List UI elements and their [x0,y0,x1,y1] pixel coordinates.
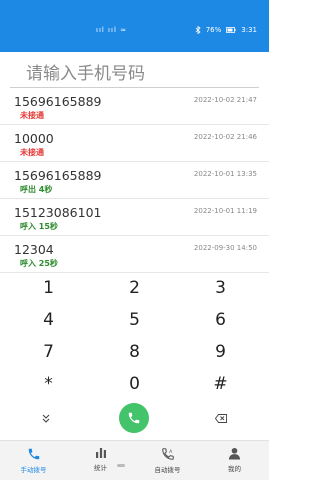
tab-auto-dial[interactable]: A 自动拨号 [134,441,201,480]
backspace-icon [215,413,227,423]
tab-label: 自动拨号 [154,466,181,474]
call-log-row[interactable]: 15696165889 未接通 2022-10-02 21:47 [0,88,269,125]
log-status: 未接通 [20,148,44,157]
key-6[interactable]: 6 [176,304,265,336]
tab-label: 我的 [228,465,241,473]
key-9[interactable]: 9 [176,336,265,368]
log-time: 2022-10-01 13:35 [193,170,257,178]
call-button[interactable] [119,403,149,433]
tab-label: 统计 [94,464,107,472]
key-8[interactable]: 8 [90,336,179,368]
tab-statistics[interactable]: 统计 [67,441,134,480]
key-hash[interactable]: # [176,368,265,400]
status-right: 76% 3:31 [195,26,257,34]
call-log-list: 15696165889 未接通 2022-10-02 21:47 10000 未… [0,88,269,273]
key-star[interactable]: * [4,368,93,400]
collapse-keypad-button[interactable] [36,408,56,428]
log-status: 未接通 [20,111,44,120]
call-log-row[interactable]: 10000 未接通 2022-10-02 21:46 [0,125,269,162]
tab-mine[interactable]: 我的 [201,441,268,480]
log-number: 15696165889 [14,94,102,109]
log-number: 15123086101 [14,205,102,220]
tab-manual-dial[interactable]: 手动拨号 [0,441,67,480]
clock-text: 3:31 [241,26,257,34]
key-7[interactable]: 7 [4,336,93,368]
log-time: 2022-09-30 14:50 [193,244,257,252]
call-button-circle [119,403,149,433]
log-number: 15696165889 [14,168,102,183]
call-log-row[interactable]: 15696165889 呼出 4秒 2022-10-01 13:35 [0,162,269,199]
bottom-tab-bar: 手动拨号 统计 A 自动拨号 我的 [0,440,269,480]
log-status: 呼出 4秒 [20,185,53,194]
tab-label: 手动拨号 [20,466,47,474]
log-status: 呼入 15秒 [20,222,58,231]
key-0[interactable]: 0 [90,368,179,400]
signal-indicator: ııl ııl ≈ [96,26,127,34]
chevron-down-icon [42,414,50,423]
log-status: 呼入 25秒 [20,259,58,268]
log-time: 2022-10-02 21:46 [193,133,257,141]
battery-text: 76% [205,26,222,34]
auto-dial-icon: A [161,448,174,460]
log-time: 2022-10-01 11:19 [193,207,257,215]
log-time: 2022-10-02 21:47 [193,96,257,104]
phone-icon [128,412,140,424]
svg-text:A: A [169,449,173,455]
key-1[interactable]: 1 [4,272,93,304]
call-log-row[interactable]: 15123086101 呼入 15秒 2022-10-01 11:19 [0,199,269,236]
bar-chart-icon [95,448,106,458]
log-number: 12304 [14,242,54,257]
phone-number-input[interactable] [26,61,251,87]
user-icon [228,447,241,460]
status-bar: ııl ııl ≈ 76% 3:31 [0,0,269,52]
phone-input-container [10,58,259,88]
key-5[interactable]: 5 [90,304,179,336]
home-indicator [117,464,125,467]
key-3[interactable]: 3 [176,272,265,304]
call-log-row[interactable]: 12304 呼入 25秒 2022-09-30 14:50 [0,236,269,273]
bluetooth-icon [195,26,201,34]
phone-icon [28,448,39,460]
key-4[interactable]: 4 [4,304,93,336]
log-number: 10000 [14,131,54,146]
delete-button[interactable] [211,408,231,428]
battery-icon [226,27,236,33]
key-2[interactable]: 2 [90,272,179,304]
